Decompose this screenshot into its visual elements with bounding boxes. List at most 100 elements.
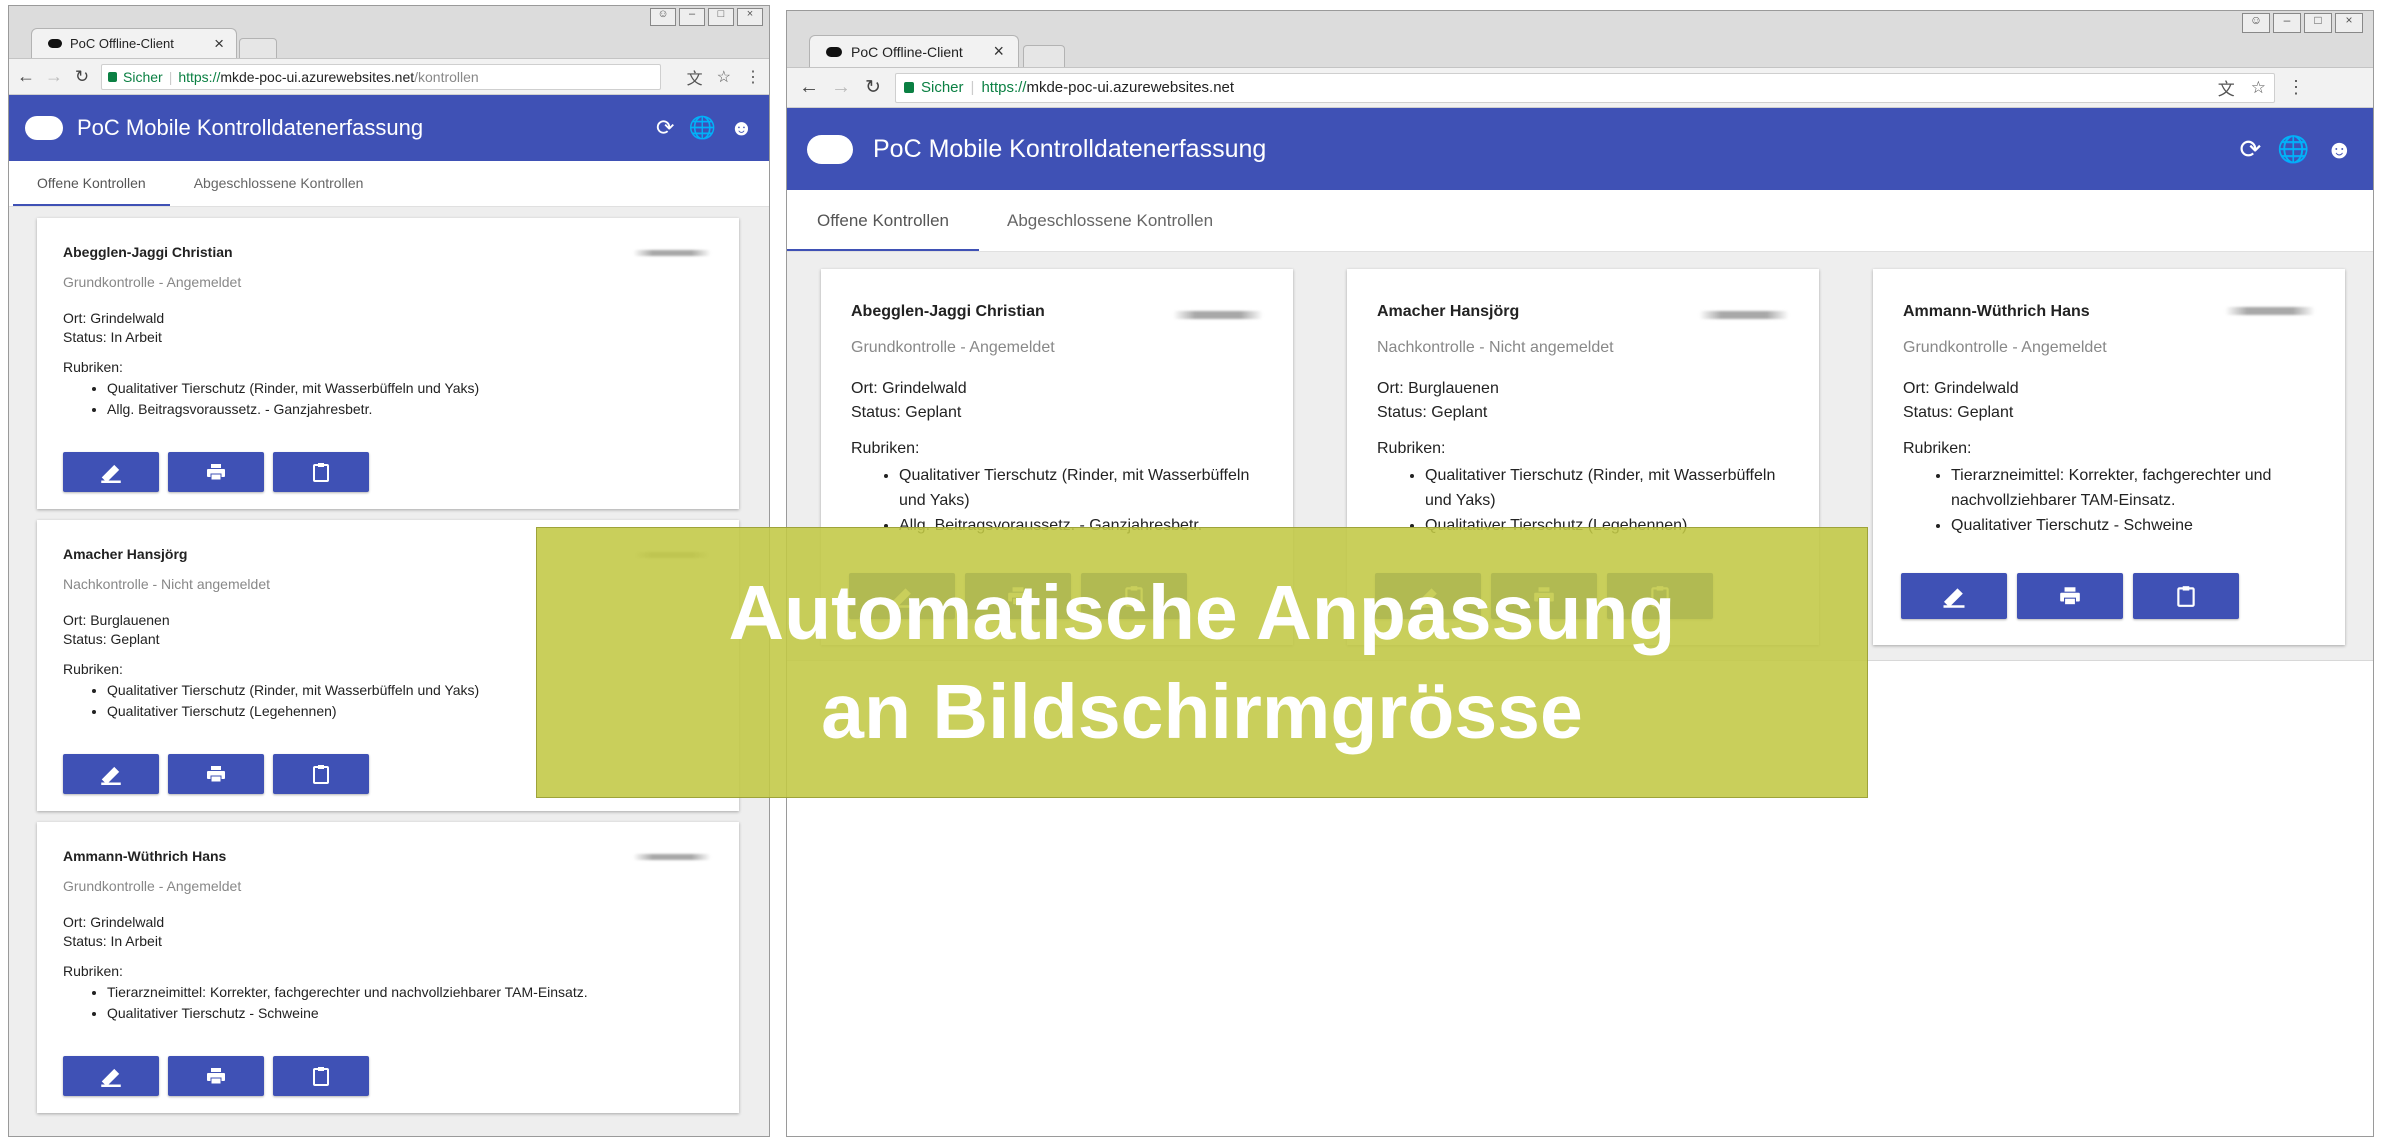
card-status: Status: Geplant xyxy=(1377,404,1488,421)
rubriken-list: Tierarzneimittel: Korrekter, fachgerecht… xyxy=(1903,463,2315,538)
tab-title: PoC Offline-Client xyxy=(70,36,174,51)
arrow-left-icon[interactable]: ← xyxy=(17,66,35,87)
maximize-icon[interactable]: □ xyxy=(708,8,734,26)
url-input[interactable]: Sicher | https:// mkde-poc-ui.azurewebsi… xyxy=(101,63,661,90)
lock-icon xyxy=(904,82,914,93)
card-subtitle: Grundkontrolle - Angemeldet xyxy=(851,339,1055,356)
control-card[interactable]: Ammann-Wüthrich Hans Grundkontrolle - An… xyxy=(37,822,739,1113)
tab-abgeschlossene-kontrollen[interactable]: Abgeschlossene Kontrollen xyxy=(979,211,1241,251)
url-separator: | xyxy=(970,79,975,96)
rubriken-label: Rubriken: xyxy=(63,359,123,375)
card-actions xyxy=(63,754,369,794)
minimize-icon[interactable]: – xyxy=(679,8,705,26)
card-ort: Ort: Burglauenen xyxy=(1377,380,1499,397)
url-input[interactable]: Sicher | https:// mkde-poc-ui.azurewebsi… xyxy=(895,72,2275,103)
caption-overlay: Automatische Anpassung an Bildschirmgrös… xyxy=(536,527,1868,798)
print-icon xyxy=(2060,587,2080,606)
translate-icon[interactable]: 文 xyxy=(2218,75,2235,100)
clipboard-button[interactable] xyxy=(273,452,369,492)
close-icon[interactable]: × xyxy=(737,8,763,26)
user-icon[interactable]: ☺ xyxy=(2242,13,2270,33)
arrow-left-icon[interactable]: ← xyxy=(799,76,819,99)
url-host: mkde-poc-ui.azurewebsites.net xyxy=(1026,79,1235,96)
card-name: Ammann-Wüthrich Hans xyxy=(63,848,227,864)
blurred-id xyxy=(633,854,711,860)
new-tab-button[interactable] xyxy=(239,38,277,58)
control-card[interactable]: Abegglen-Jaggi Christian Grundkontrolle … xyxy=(37,218,739,509)
account-circle-icon[interactable]: ☻ xyxy=(2326,134,2353,165)
print-icon xyxy=(207,766,225,783)
reload-icon[interactable]: ↻ xyxy=(73,67,91,87)
tab-close-icon[interactable]: × xyxy=(993,41,1004,62)
browser-tab[interactable]: PoC Offline-Client × xyxy=(809,35,1019,67)
list-item: Qualitativer Tierschutz - Schweine xyxy=(107,1003,713,1024)
account-circle-icon[interactable]: ☻ xyxy=(730,115,753,141)
clipboard-button[interactable] xyxy=(273,754,369,794)
edit-button[interactable] xyxy=(63,754,159,794)
more-vert-icon[interactable]: ⋮ xyxy=(745,67,761,87)
rubriken-list: Qualitativer Tierschutz (Rinder, mit Was… xyxy=(63,378,713,420)
new-tab-button[interactable] xyxy=(1023,45,1065,67)
clipboard-button[interactable] xyxy=(2133,573,2239,619)
close-icon[interactable]: × xyxy=(2335,13,2363,33)
sync-icon[interactable]: ⟳ xyxy=(656,115,674,141)
overlay-line-1: Automatische Anpassung xyxy=(728,569,1676,656)
url-path: /kontrollen xyxy=(414,68,479,85)
list-item: Tierarzneimittel: Korrekter, fachgerecht… xyxy=(1951,463,2315,513)
tab-strip: PoC Offline-Client × ☺ – □ × xyxy=(9,6,769,59)
card-actions xyxy=(63,1056,369,1096)
tab-abgeschlossene-kontrollen[interactable]: Abgeschlossene Kontrollen xyxy=(170,175,388,206)
rubriken-label: Rubriken: xyxy=(1377,440,1446,457)
window-controls: ☺ – □ × xyxy=(2242,13,2363,33)
minimize-icon[interactable]: – xyxy=(2273,13,2301,33)
user-icon[interactable]: ☺ xyxy=(650,8,676,26)
print-icon xyxy=(207,1068,225,1085)
sync-icon[interactable]: ⟳ xyxy=(2239,134,2261,165)
secure-label: Sicher xyxy=(921,79,964,96)
blurred-id xyxy=(2225,307,2315,315)
reload-icon[interactable]: ↻ xyxy=(863,76,883,99)
more-vert-icon[interactable]: ⋮ xyxy=(2287,77,2305,98)
globe-icon[interactable]: 🌐 xyxy=(2277,134,2309,165)
card-subtitle: Nachkontrolle - Nicht angemeldet xyxy=(1377,339,1614,356)
url-protocol: https:// xyxy=(178,68,221,85)
rubriken-label: Rubriken: xyxy=(63,963,123,979)
print-button[interactable] xyxy=(2017,573,2123,619)
card-ort: Ort: Grindelwald xyxy=(63,914,165,930)
tab-favicon-cloud-icon xyxy=(48,39,62,48)
tab-title: PoC Offline-Client xyxy=(851,43,963,60)
control-card[interactable]: Ammann-Wüthrich Hans Grundkontrolle - An… xyxy=(1873,269,2345,645)
edit-button[interactable] xyxy=(63,1056,159,1096)
url-bar-icons: 文 ☆ ⋮ xyxy=(687,65,761,89)
star-icon[interactable]: ☆ xyxy=(2251,78,2266,98)
url-host: mkde-poc-ui.azurewebsites.net xyxy=(220,68,415,85)
card-ort: Ort: Grindelwald xyxy=(1903,380,2019,397)
print-button[interactable] xyxy=(168,452,264,492)
rubriken-label: Rubriken: xyxy=(1903,440,1972,457)
translate-icon[interactable]: 文 xyxy=(687,65,703,89)
card-status: Status: Geplant xyxy=(1903,404,2014,421)
print-icon xyxy=(207,464,225,481)
blurred-id xyxy=(633,250,711,256)
tab-close-icon[interactable]: × xyxy=(214,34,224,54)
tab-offene-kontrollen[interactable]: Offene Kontrollen xyxy=(787,211,979,251)
print-button[interactable] xyxy=(168,754,264,794)
list-item: Qualitativer Tierschutz (Rinder, mit Was… xyxy=(899,463,1263,513)
address-bar-row: ← → ↻ Sicher | https:// mkde-poc-ui.azur… xyxy=(787,68,2373,108)
edit-icon xyxy=(1943,588,1965,608)
edit-button[interactable] xyxy=(1901,573,2007,619)
tab-offene-kontrollen[interactable]: Offene Kontrollen xyxy=(13,175,170,206)
edit-button[interactable] xyxy=(63,452,159,492)
blurred-id xyxy=(1173,311,1263,319)
star-icon[interactable]: ☆ xyxy=(717,67,731,87)
arrow-right-icon[interactable]: → xyxy=(45,66,63,87)
cloud-logo-icon xyxy=(25,116,63,140)
maximize-icon[interactable]: □ xyxy=(2304,13,2332,33)
globe-icon[interactable]: 🌐 xyxy=(688,115,715,141)
blurred-id xyxy=(1699,311,1789,319)
print-button[interactable] xyxy=(168,1056,264,1096)
clipboard-button[interactable] xyxy=(273,1056,369,1096)
browser-tab[interactable]: PoC Offline-Client × xyxy=(31,28,237,58)
arrow-right-icon[interactable]: → xyxy=(831,76,851,99)
url-separator: | xyxy=(168,68,173,85)
